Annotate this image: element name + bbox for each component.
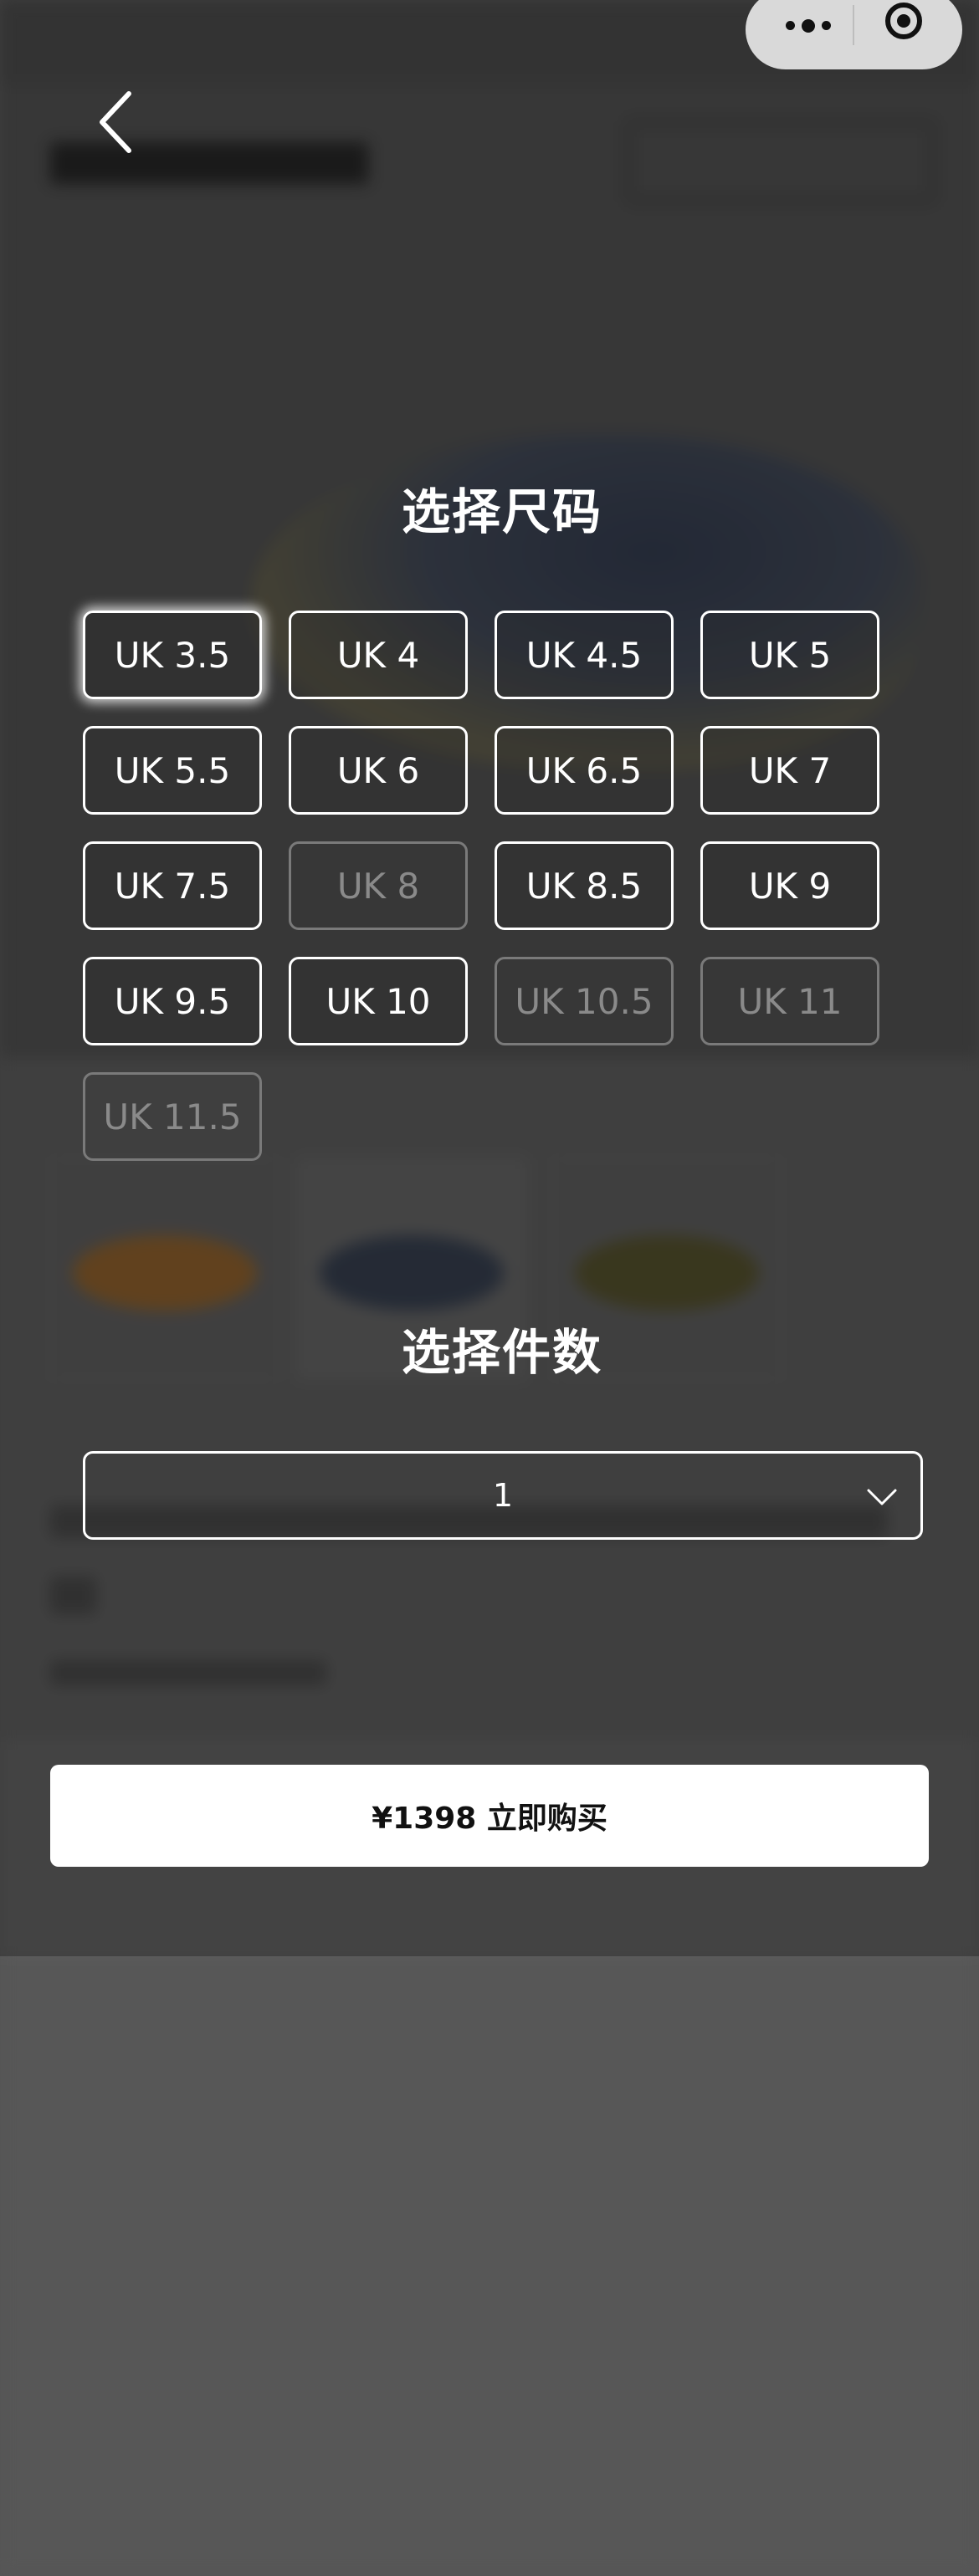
size-option[interactable]: UK 4 <box>289 611 468 699</box>
chevron-down-icon <box>867 1489 897 1505</box>
quantity-select[interactable]: 1 <box>83 1451 923 1540</box>
size-option[interactable]: UK 7.5 <box>83 841 262 930</box>
size-option[interactable]: UK 8.5 <box>495 841 674 930</box>
size-section-title: 选择尺码 <box>401 483 602 540</box>
size-option: UK 8 <box>289 841 468 930</box>
chevron-left-icon <box>100 91 131 153</box>
size-option[interactable]: UK 5 <box>700 611 879 699</box>
quantity-section-title: 选择件数 <box>401 1324 602 1381</box>
more-dots-icon[interactable] <box>771 7 846 44</box>
back-button[interactable] <box>90 89 141 156</box>
size-option[interactable]: UK 5.5 <box>83 726 262 815</box>
target-circle-icon[interactable] <box>885 3 922 39</box>
size-option[interactable]: UK 9.5 <box>83 957 262 1045</box>
size-option[interactable]: UK 4.5 <box>495 611 674 699</box>
size-option: UK 11.5 <box>83 1072 262 1161</box>
buy-now-button[interactable]: ¥1398 立即购买 <box>50 1765 929 1867</box>
size-option[interactable]: UK 9 <box>700 841 879 930</box>
size-option: UK 11 <box>700 957 879 1045</box>
capsule-divider <box>853 5 854 45</box>
size-option: UK 10.5 <box>495 957 674 1045</box>
size-option[interactable]: UK 6.5 <box>495 726 674 815</box>
miniprogram-capsule <box>746 0 962 69</box>
size-option[interactable]: UK 6 <box>289 726 468 815</box>
size-option[interactable]: UK 3.5 <box>83 611 262 699</box>
size-option[interactable]: UK 7 <box>700 726 879 815</box>
quantity-value: 1 <box>492 1477 514 1514</box>
size-option[interactable]: UK 10 <box>289 957 468 1045</box>
